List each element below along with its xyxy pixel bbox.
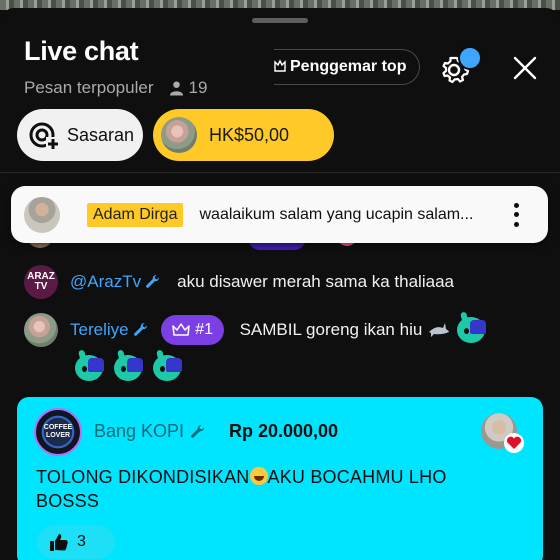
super-chat-amount: Rp 20.000,00 bbox=[229, 421, 339, 441]
avatar-text: TV bbox=[34, 281, 48, 292]
goal-label: Sasaran bbox=[67, 124, 135, 145]
chat-title: Live chat bbox=[24, 36, 139, 66]
message-text: aku disawer merah sama ka thaliaaa bbox=[177, 272, 454, 291]
crown-icon bbox=[172, 323, 190, 336]
super-chat-card[interactable]: COFFEE LOVER Bang KOPI Rp 20.000,00 TOLO… bbox=[17, 397, 543, 560]
pinned-author[interactable]: Adam Dirga bbox=[87, 202, 184, 227]
like-icon bbox=[50, 534, 68, 551]
like-count: 3 bbox=[77, 533, 86, 550]
crown-icon bbox=[274, 59, 286, 72]
chat-message: Tereliye #1 SAMBIL goreng ikan hiu bbox=[24, 311, 493, 348]
rank-badge[interactable]: #1 bbox=[160, 315, 224, 345]
super-chat-text: TOLONG DIKONDISIKAN AKU BOCAHMU LHO BOSSS bbox=[36, 465, 506, 513]
wrench-icon bbox=[191, 424, 205, 438]
avatar-text: COFFEE LOVER bbox=[43, 424, 73, 439]
chat-mode-label: Pesan terpopuler bbox=[24, 78, 154, 97]
laugh-emoji-icon bbox=[249, 467, 268, 485]
super-chat-text-part: TOLONG DIKONDISIKAN bbox=[36, 467, 250, 487]
pinned-text: waalaikum salam yang ucapin salam... bbox=[199, 205, 474, 223]
rank-label: #1 bbox=[195, 321, 213, 338]
like-button[interactable]: 3 bbox=[37, 525, 115, 559]
more-vert-icon[interactable] bbox=[513, 202, 519, 227]
message-author[interactable]: @ArazTv bbox=[70, 272, 141, 292]
emoji-icon bbox=[454, 311, 490, 348]
heart-icon bbox=[504, 433, 524, 453]
shark-icon bbox=[429, 323, 450, 337]
close-icon[interactable] bbox=[510, 53, 540, 83]
emoji-icon bbox=[150, 349, 186, 386]
message-text: SAMBIL goreng ikan hiu bbox=[239, 320, 423, 339]
notification-dot bbox=[458, 46, 482, 70]
top-fans-button[interactable]: Penggemar top bbox=[274, 49, 420, 85]
super-chat-author-row: Bang KOPI bbox=[94, 421, 206, 442]
wrench-icon bbox=[146, 274, 160, 288]
message-author[interactable]: Tereliye bbox=[70, 320, 129, 340]
goal-button[interactable]: Sasaran bbox=[17, 109, 143, 161]
emoji-icon bbox=[72, 349, 108, 386]
divider bbox=[0, 172, 560, 173]
viewer-icon bbox=[170, 81, 184, 96]
avatar[interactable] bbox=[24, 313, 58, 347]
drag-handle[interactable] bbox=[252, 18, 308, 23]
avatar[interactable]: ARAZ TV bbox=[24, 265, 58, 299]
chat-mode-selector[interactable]: Pesan terpopuler 19 bbox=[24, 78, 207, 98]
super-chat-author[interactable]: Bang KOPI bbox=[94, 421, 184, 442]
donation-chip[interactable]: HK$50,00 bbox=[153, 109, 334, 161]
avatar bbox=[24, 196, 60, 233]
avatar[interactable]: COFFEE LOVER bbox=[34, 408, 82, 456]
pinned-message[interactable]: Adam Dirga waalaikum salam yang ucapin s… bbox=[11, 186, 548, 243]
donation-amount: HK$50,00 bbox=[209, 124, 290, 145]
emoji-line bbox=[72, 349, 189, 386]
chat-message: ARAZ TV @ArazTv aku disawer merah sama k… bbox=[24, 265, 454, 299]
top-fans-label: Penggemar top bbox=[290, 58, 407, 75]
emoji-icon bbox=[111, 349, 147, 386]
viewer-count: 19 bbox=[188, 78, 208, 97]
avatar bbox=[161, 117, 197, 153]
wrench-icon bbox=[133, 322, 147, 336]
target-add-icon bbox=[29, 122, 60, 151]
